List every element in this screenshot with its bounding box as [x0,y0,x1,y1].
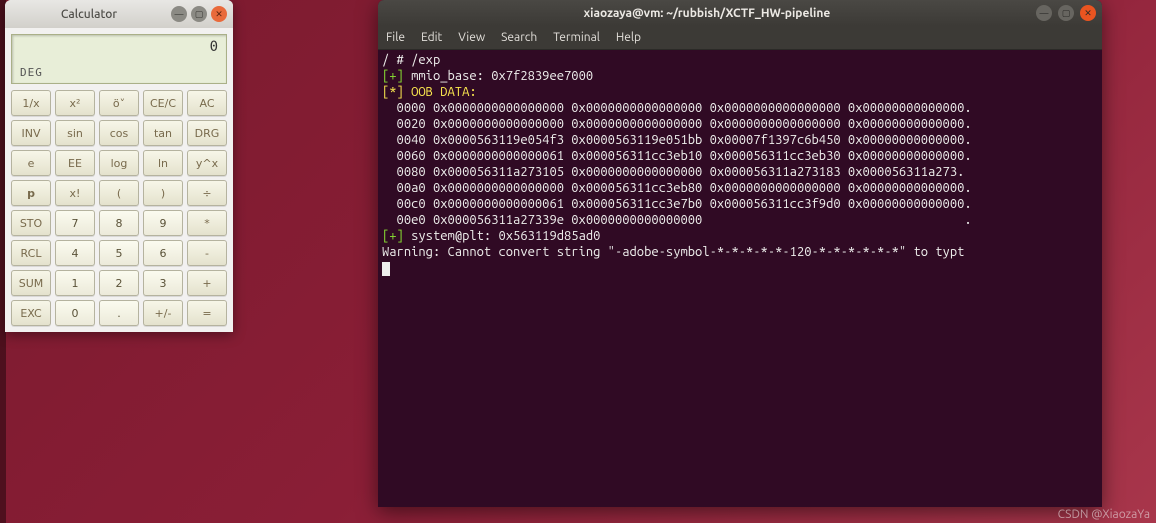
calc-key-[interactable]: + [187,270,227,296]
calc-key-yx[interactable]: y^x [187,150,227,176]
calc-key-p[interactable]: p [11,180,51,206]
terminal-output[interactable]: / # /exp [+] mmio_base: 0x7f2839ee7000 [… [378,50,1102,507]
close-button[interactable]: ✕ [1080,5,1096,21]
calculator-titlebar[interactable]: Calculator — ▢ ✕ [5,0,233,28]
display-value: 0 [20,39,218,55]
calc-key-3[interactable]: 3 [143,270,183,296]
calc-key-[interactable]: * [187,210,227,236]
calculator-body: 0 DEG 1/xx²ö˅CE/CAC INVsincostanDRG eEElog… [5,28,233,332]
calc-key-9[interactable]: 9 [143,210,183,236]
calc-key-x[interactable]: x! [55,180,95,206]
calc-key-sin[interactable]: sin [55,120,95,146]
calc-key-e[interactable]: e [11,150,51,176]
menu-edit[interactable]: Edit [421,31,442,44]
watermark: CSDN @XiaozaYa [1058,508,1150,521]
calc-key-2[interactable]: 2 [99,270,139,296]
calc-key-ee[interactable]: EE [55,150,95,176]
calc-key-7[interactable]: 7 [55,210,95,236]
calc-key-[interactable]: = [187,300,227,326]
calc-key-ln[interactable]: ln [143,150,183,176]
calc-key-[interactable]: ) [143,180,183,206]
terminal-cursor [382,262,390,276]
calc-key-tan[interactable]: tan [143,120,183,146]
close-button[interactable]: ✕ [211,6,227,22]
calculator-window: Calculator — ▢ ✕ 0 DEG 1/xx²ö˅CE/CAC INVs… [5,0,233,332]
calc-key-rcl[interactable]: RCL [11,240,51,266]
calc-key-[interactable]: ÷ [187,180,227,206]
calc-key-8[interactable]: 8 [99,210,139,236]
calc-key-5[interactable]: 5 [99,240,139,266]
terminal-window: xiaozaya@vm: ~/rubbish/XCTF_HW-pipeline … [378,0,1102,507]
calc-key-x[interactable]: x² [55,90,95,116]
calc-key-log[interactable]: log [99,150,139,176]
minimize-button[interactable]: — [171,6,187,22]
calc-key-[interactable]: ( [99,180,139,206]
calc-key-[interactable]: ö˅ [99,90,139,116]
calc-key-1[interactable]: 1 [55,270,95,296]
calculator-keypad: 1/xx²ö˅CE/CAC INVsincostanDRG eEEloglny^x p… [11,90,227,326]
terminal-titlebar[interactable]: xiaozaya@vm: ~/rubbish/XCTF_HW-pipeline … [378,0,1102,26]
calc-key-1x[interactable]: 1/x [11,90,51,116]
calc-key-[interactable]: +/- [143,300,183,326]
calc-key-4[interactable]: 4 [55,240,95,266]
calc-key-6[interactable]: 6 [143,240,183,266]
menu-terminal[interactable]: Terminal [553,31,600,44]
calc-key-sum[interactable]: SUM [11,270,51,296]
terminal-title: xiaozaya@vm: ~/rubbish/XCTF_HW-pipeline [384,7,1030,20]
menu-file[interactable]: File [386,31,405,44]
calculator-display: 0 DEG [11,34,227,84]
maximize-button[interactable]: ▢ [1058,5,1074,21]
calc-key-ac[interactable]: AC [187,90,227,116]
terminal-menubar: File Edit View Search Terminal Help [378,26,1102,50]
calc-key-[interactable]: - [187,240,227,266]
display-mode: DEG [20,66,218,79]
calc-key-0[interactable]: 0 [55,300,95,326]
menu-help[interactable]: Help [616,31,641,44]
calc-key-cec[interactable]: CE/C [143,90,183,116]
calc-key-inv[interactable]: INV [11,120,51,146]
calculator-title: Calculator [11,8,167,21]
calc-key-cos[interactable]: cos [99,120,139,146]
calc-key-drg[interactable]: DRG [187,120,227,146]
minimize-button[interactable]: — [1036,5,1052,21]
menu-search[interactable]: Search [501,31,537,44]
maximize-button[interactable]: ▢ [191,6,207,22]
calc-key-sto[interactable]: STO [11,210,51,236]
calc-key-[interactable]: . [99,300,139,326]
calc-key-exc[interactable]: EXC [11,300,51,326]
menu-view[interactable]: View [458,31,485,44]
